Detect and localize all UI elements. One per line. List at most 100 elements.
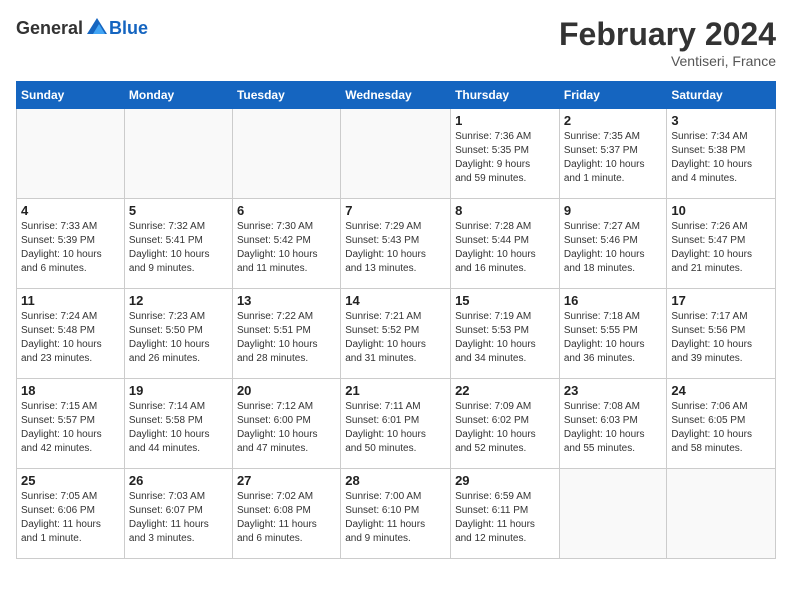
- day-number: 8: [455, 203, 555, 218]
- day-info: Sunrise: 7:29 AM Sunset: 5:43 PM Dayligh…: [345, 220, 446, 276]
- day-info: Sunrise: 7:22 AM Sunset: 5:51 PM Dayligh…: [237, 310, 336, 366]
- day-info: Sunrise: 7:09 AM Sunset: 6:02 PM Dayligh…: [455, 400, 555, 456]
- day-number: 10: [671, 203, 771, 218]
- day-info: Sunrise: 7:28 AM Sunset: 5:44 PM Dayligh…: [455, 220, 555, 276]
- day-cell: 10 Sunrise: 7:26 AM Sunset: 5:47 PM Dayli…: [667, 199, 776, 289]
- day-cell: 26Sunrise: 7:03 AM Sunset: 6:07 PM Dayli…: [124, 469, 232, 559]
- day-cell: 4Sunrise: 7:33 AM Sunset: 5:39 PM Daylig…: [17, 199, 125, 289]
- day-cell: 27Sunrise: 7:02 AM Sunset: 6:08 PM Dayli…: [232, 469, 340, 559]
- week-row-4: 18 Sunrise: 7:15 AM Sunset: 5:57 PM Dayli…: [17, 379, 776, 469]
- day-info: Sunrise: 7:24 AM Sunset: 5:48 PM Dayligh…: [21, 310, 120, 366]
- logo-icon: [85, 16, 109, 40]
- day-info: Sunrise: 7:35 AM Sunset: 5:37 PM Dayligh…: [564, 130, 663, 186]
- day-info: Sunrise: 6:59 AM Sunset: 6:11 PM Dayligh…: [455, 490, 555, 546]
- day-cell: 19 Sunrise: 7:14 AM Sunset: 5:58 PM Dayli…: [124, 379, 232, 469]
- column-header-friday: Friday: [559, 82, 667, 109]
- day-number: 14: [345, 293, 446, 308]
- day-cell: 25Sunrise: 7:05 AM Sunset: 6:06 PM Dayli…: [17, 469, 125, 559]
- day-number: 26: [129, 473, 228, 488]
- logo-blue: Blue: [109, 18, 148, 39]
- day-cell: 18 Sunrise: 7:15 AM Sunset: 5:57 PM Dayli…: [17, 379, 125, 469]
- month-title: February 2024: [559, 16, 776, 53]
- day-cell: 14 Sunrise: 7:21 AM Sunset: 5:52 PM Dayli…: [341, 289, 451, 379]
- calendar-table: SundayMondayTuesdayWednesdayThursdayFrid…: [16, 81, 776, 559]
- day-info: Sunrise: 7:17 AM Sunset: 5:56 PM Dayligh…: [671, 310, 771, 366]
- day-number: 22: [455, 383, 555, 398]
- day-cell: 13 Sunrise: 7:22 AM Sunset: 5:51 PM Dayli…: [232, 289, 340, 379]
- day-cell: [124, 109, 232, 199]
- day-cell: [341, 109, 451, 199]
- day-number: 1: [455, 113, 555, 128]
- day-info: Sunrise: 7:12 AM Sunset: 6:00 PM Dayligh…: [237, 400, 336, 456]
- day-cell: 11 Sunrise: 7:24 AM Sunset: 5:48 PM Dayli…: [17, 289, 125, 379]
- day-number: 29: [455, 473, 555, 488]
- column-header-tuesday: Tuesday: [232, 82, 340, 109]
- day-number: 24: [671, 383, 771, 398]
- column-header-sunday: Sunday: [17, 82, 125, 109]
- day-cell: 7 Sunrise: 7:29 AM Sunset: 5:43 PM Daylig…: [341, 199, 451, 289]
- day-cell: 28 Sunrise: 7:00 AM Sunset: 6:10 PM Dayli…: [341, 469, 451, 559]
- week-row-5: 25Sunrise: 7:05 AM Sunset: 6:06 PM Dayli…: [17, 469, 776, 559]
- day-info: Sunrise: 7:00 AM Sunset: 6:10 PM Dayligh…: [345, 490, 446, 546]
- day-cell: 22 Sunrise: 7:09 AM Sunset: 6:02 PM Dayli…: [451, 379, 560, 469]
- column-header-thursday: Thursday: [451, 82, 560, 109]
- day-number: 23: [564, 383, 663, 398]
- week-row-1: 1 Sunrise: 7:36 AM Sunset: 5:35 PM Daylig…: [17, 109, 776, 199]
- day-number: 15: [455, 293, 555, 308]
- logo-general: General: [16, 18, 83, 39]
- day-cell: 20Sunrise: 7:12 AM Sunset: 6:00 PM Dayli…: [232, 379, 340, 469]
- day-cell: 21 Sunrise: 7:11 AM Sunset: 6:01 PM Dayli…: [341, 379, 451, 469]
- logo: General Blue: [16, 16, 148, 40]
- day-cell: 1 Sunrise: 7:36 AM Sunset: 5:35 PM Daylig…: [451, 109, 560, 199]
- day-cell: 29 Sunrise: 6:59 AM Sunset: 6:11 PM Dayli…: [451, 469, 560, 559]
- day-cell: [17, 109, 125, 199]
- day-cell: 23 Sunrise: 7:08 AM Sunset: 6:03 PM Dayli…: [559, 379, 667, 469]
- day-number: 13: [237, 293, 336, 308]
- day-info: Sunrise: 7:14 AM Sunset: 5:58 PM Dayligh…: [129, 400, 228, 456]
- day-number: 2: [564, 113, 663, 128]
- day-cell: [559, 469, 667, 559]
- day-info: Sunrise: 7:21 AM Sunset: 5:52 PM Dayligh…: [345, 310, 446, 366]
- day-number: 7: [345, 203, 446, 218]
- day-number: 6: [237, 203, 336, 218]
- day-info: Sunrise: 7:08 AM Sunset: 6:03 PM Dayligh…: [564, 400, 663, 456]
- day-number: 17: [671, 293, 771, 308]
- day-number: 18: [21, 383, 120, 398]
- day-cell: 24Sunrise: 7:06 AM Sunset: 6:05 PM Dayli…: [667, 379, 776, 469]
- day-info: Sunrise: 7:19 AM Sunset: 5:53 PM Dayligh…: [455, 310, 555, 366]
- day-cell: 2 Sunrise: 7:35 AM Sunset: 5:37 PM Daylig…: [559, 109, 667, 199]
- title-block: February 2024 Ventiseri, France: [559, 16, 776, 69]
- column-header-monday: Monday: [124, 82, 232, 109]
- day-cell: 9Sunrise: 7:27 AM Sunset: 5:46 PM Daylig…: [559, 199, 667, 289]
- page-header: General Blue February 2024 Ventiseri, Fr…: [16, 16, 776, 69]
- day-info: Sunrise: 7:15 AM Sunset: 5:57 PM Dayligh…: [21, 400, 120, 456]
- day-number: 12: [129, 293, 228, 308]
- day-info: Sunrise: 7:23 AM Sunset: 5:50 PM Dayligh…: [129, 310, 228, 366]
- location: Ventiseri, France: [559, 53, 776, 69]
- day-info: Sunrise: 7:26 AM Sunset: 5:47 PM Dayligh…: [671, 220, 771, 276]
- day-number: 5: [129, 203, 228, 218]
- day-info: Sunrise: 7:36 AM Sunset: 5:35 PM Dayligh…: [455, 130, 555, 186]
- day-info: Sunrise: 7:27 AM Sunset: 5:46 PM Dayligh…: [564, 220, 663, 276]
- day-info: Sunrise: 7:30 AM Sunset: 5:42 PM Dayligh…: [237, 220, 336, 276]
- day-cell: [232, 109, 340, 199]
- day-cell: 3Sunrise: 7:34 AM Sunset: 5:38 PM Daylig…: [667, 109, 776, 199]
- day-cell: 12 Sunrise: 7:23 AM Sunset: 5:50 PM Dayli…: [124, 289, 232, 379]
- day-number: 19: [129, 383, 228, 398]
- day-cell: [667, 469, 776, 559]
- day-number: 16: [564, 293, 663, 308]
- day-number: 11: [21, 293, 120, 308]
- day-cell: 16 Sunrise: 7:18 AM Sunset: 5:55 PM Dayli…: [559, 289, 667, 379]
- day-number: 3: [671, 113, 771, 128]
- column-header-wednesday: Wednesday: [341, 82, 451, 109]
- day-number: 28: [345, 473, 446, 488]
- week-row-2: 4Sunrise: 7:33 AM Sunset: 5:39 PM Daylig…: [17, 199, 776, 289]
- day-info: Sunrise: 7:11 AM Sunset: 6:01 PM Dayligh…: [345, 400, 446, 456]
- column-header-saturday: Saturday: [667, 82, 776, 109]
- day-number: 27: [237, 473, 336, 488]
- day-info: Sunrise: 7:18 AM Sunset: 5:55 PM Dayligh…: [564, 310, 663, 366]
- week-row-3: 11 Sunrise: 7:24 AM Sunset: 5:48 PM Dayli…: [17, 289, 776, 379]
- day-number: 25: [21, 473, 120, 488]
- day-number: 21: [345, 383, 446, 398]
- day-cell: 6 Sunrise: 7:30 AM Sunset: 5:42 PM Daylig…: [232, 199, 340, 289]
